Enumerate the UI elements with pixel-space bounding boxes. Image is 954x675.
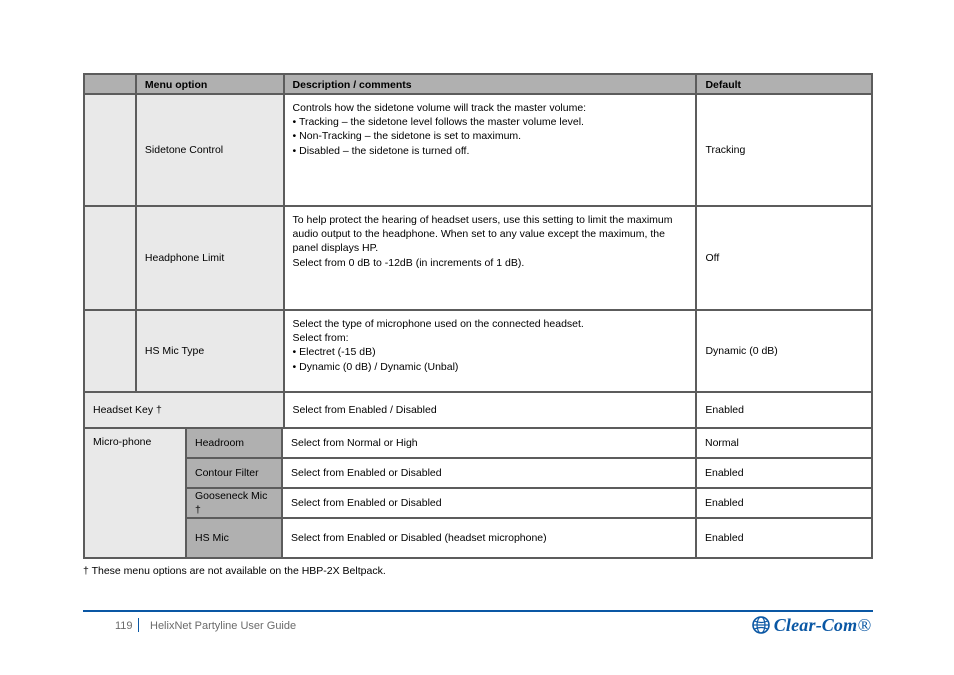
table-row-group: Micro-phone Headroom Select from Normal … bbox=[84, 428, 872, 558]
table-subrow: Gooseneck Mic † Select from Enabled or D… bbox=[186, 488, 872, 518]
cell-description: Select from Enabled or Disabled (headset… bbox=[282, 518, 696, 558]
table-header-row: Menu option Description / comments Defau… bbox=[84, 74, 872, 94]
table-row: Headset Key † Select from Enabled / Disa… bbox=[84, 392, 872, 428]
footer-divider-short bbox=[138, 618, 139, 632]
brand-logo: Clear - Com ® bbox=[752, 614, 871, 636]
cell-description: Select from Enabled or Disabled bbox=[282, 458, 696, 488]
table-row: Sidetone Control Controls how the sideto… bbox=[84, 94, 872, 206]
table-row: Headphone Limit To help protect the hear… bbox=[84, 206, 872, 310]
cell-description: Select from Enabled or Disabled bbox=[282, 488, 696, 518]
cell-description: Select the type of microphone used on th… bbox=[284, 310, 697, 392]
cell-menu-option: Headset Key † bbox=[84, 392, 284, 428]
logo-text-b: Com bbox=[822, 615, 858, 636]
cell-default: Dynamic (0 dB) bbox=[696, 310, 872, 392]
cell-menu-option: HS Mic Type bbox=[136, 310, 284, 392]
settings-table: Menu option Description / comments Defau… bbox=[83, 73, 873, 559]
globe-icon bbox=[752, 616, 770, 634]
cell-default: Off bbox=[696, 206, 872, 310]
cell-description: Select from Enabled / Disabled bbox=[284, 392, 697, 428]
cell-description: To help protect the hearing of headset u… bbox=[284, 206, 697, 310]
cell-description: Select from Normal or High bbox=[282, 428, 696, 458]
cell-default: Enabled bbox=[696, 392, 872, 428]
table-row: HS Mic Type Select the type of microphon… bbox=[84, 310, 872, 392]
cell-group-label: Micro-phone bbox=[84, 428, 186, 558]
header-col2: Menu option bbox=[136, 74, 284, 94]
cell-sub-label: Gooseneck Mic † bbox=[186, 488, 282, 518]
cell-blank bbox=[84, 94, 136, 206]
table-subrow: Contour Filter Select from Enabled or Di… bbox=[186, 458, 872, 488]
cell-default: Enabled bbox=[696, 458, 872, 488]
header-col1 bbox=[84, 74, 136, 94]
cell-sub-label: HS Mic bbox=[186, 518, 282, 558]
table-subrow: HS Mic Select from Enabled or Disabled (… bbox=[186, 518, 872, 558]
logo-text-a: Clear bbox=[774, 615, 816, 636]
header-col4: Default bbox=[696, 74, 872, 94]
cell-sub-label: Contour Filter bbox=[186, 458, 282, 488]
cell-default: Normal bbox=[696, 428, 872, 458]
footer-doc-title: HelixNet Partyline User Guide bbox=[150, 620, 296, 632]
cell-default: Tracking bbox=[696, 94, 872, 206]
logo-trademark: ® bbox=[857, 615, 871, 636]
cell-default: Enabled bbox=[696, 488, 872, 518]
cell-blank bbox=[84, 310, 136, 392]
header-col3: Description / comments bbox=[284, 74, 697, 94]
cell-blank bbox=[84, 206, 136, 310]
cell-description: Controls how the sidetone volume will tr… bbox=[284, 94, 697, 206]
cell-default: Enabled bbox=[696, 518, 872, 558]
footer-divider bbox=[83, 610, 873, 612]
table-subrow: Headroom Select from Normal or High Norm… bbox=[186, 428, 872, 458]
table-footnote: † These menu options are not available o… bbox=[83, 565, 386, 577]
cell-menu-option: Sidetone Control bbox=[136, 94, 284, 206]
page: Menu option Description / comments Defau… bbox=[0, 0, 954, 675]
cell-sub-label: Headroom bbox=[186, 428, 282, 458]
page-number: 119 bbox=[115, 620, 133, 632]
cell-menu-option: Headphone Limit bbox=[136, 206, 284, 310]
